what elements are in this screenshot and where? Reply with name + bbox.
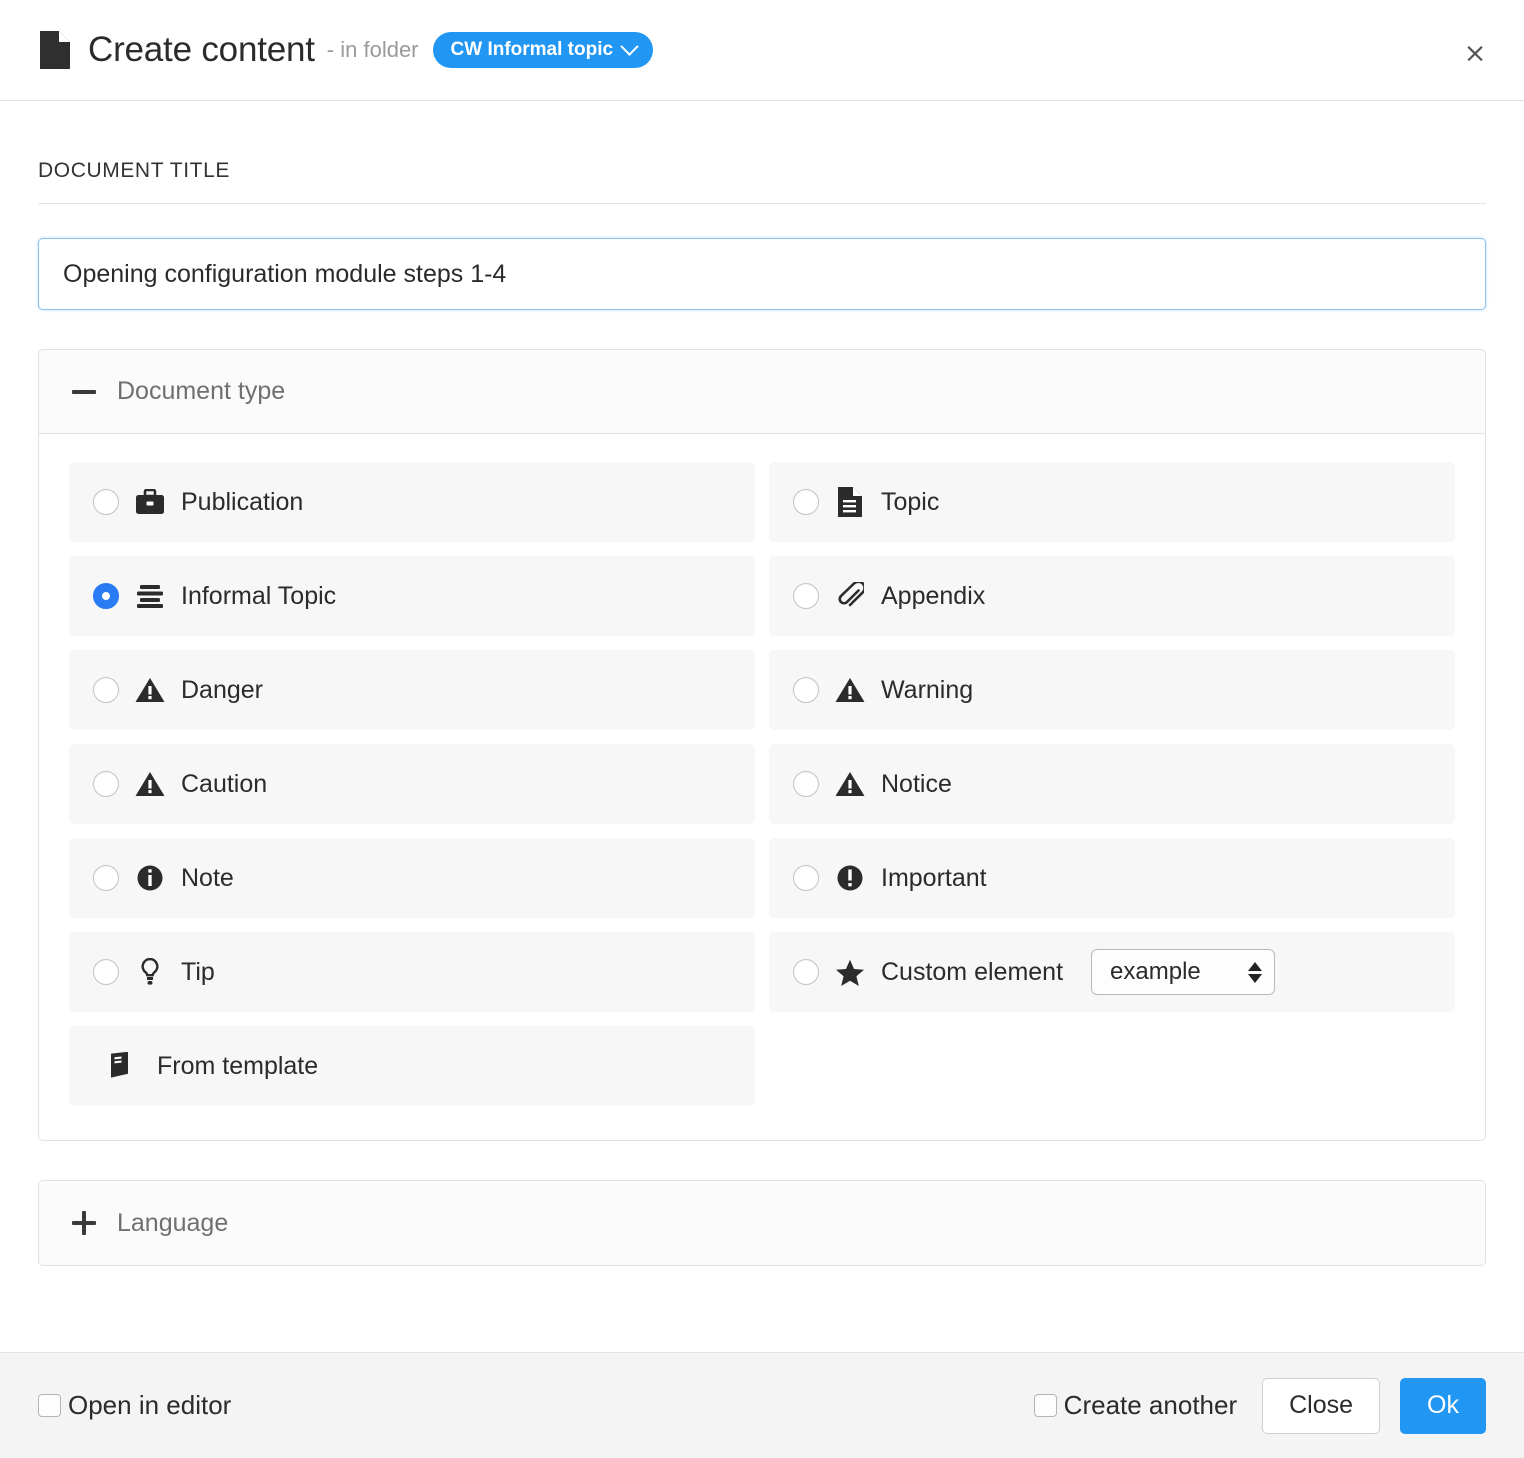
custom-element-select[interactable]: example xyxy=(1091,949,1275,995)
checkbox-box[interactable] xyxy=(1034,1394,1057,1417)
create-another-checkbox[interactable]: Create another xyxy=(1034,1390,1237,1421)
custom-element-select-value: example xyxy=(1110,958,1201,986)
type-option-informal-topic[interactable]: Informal Topic xyxy=(69,556,755,636)
type-option-appendix[interactable]: Appendix xyxy=(769,556,1455,636)
folder-badge[interactable]: CW Informal topic xyxy=(433,32,654,68)
radio-caution[interactable] xyxy=(93,771,119,797)
radio-publication[interactable] xyxy=(93,489,119,515)
type-option-caution[interactable]: Caution xyxy=(69,744,755,824)
briefcase-icon xyxy=(135,487,165,517)
radio-topic[interactable] xyxy=(793,489,819,515)
type-option-tip[interactable]: Tip xyxy=(69,932,755,1012)
warning-triangle-icon xyxy=(835,675,865,705)
radio-informal-topic[interactable] xyxy=(93,583,119,609)
type-option-note[interactable]: Note xyxy=(69,838,755,918)
type-option-warning[interactable]: Warning xyxy=(769,650,1455,730)
type-option-publication[interactable]: Publication xyxy=(69,462,755,542)
minus-icon xyxy=(69,377,99,407)
type-option-topic[interactable]: Topic xyxy=(769,462,1455,542)
open-in-editor-label: Open in editor xyxy=(68,1390,231,1421)
plus-icon xyxy=(69,1208,99,1238)
header-subtitle: - in folder xyxy=(327,37,419,63)
document-title-input[interactable] xyxy=(38,238,1486,310)
document-title-label: DOCUMENT TITLE xyxy=(38,101,1486,203)
document-type-panel-title: Document type xyxy=(117,377,285,406)
radio-note[interactable] xyxy=(93,865,119,891)
checkbox-box[interactable] xyxy=(38,1394,61,1417)
radio-appendix[interactable] xyxy=(793,583,819,609)
warning-triangle-icon xyxy=(135,675,165,705)
document-lines-icon xyxy=(835,487,865,517)
type-label: Informal Topic xyxy=(181,582,336,611)
radio-danger[interactable] xyxy=(93,677,119,703)
page-title: Create content xyxy=(88,30,315,70)
folder-badge-label: CW Informal topic xyxy=(451,40,614,59)
radio-custom-element[interactable] xyxy=(793,959,819,985)
radio-tip[interactable] xyxy=(93,959,119,985)
warning-triangle-icon xyxy=(135,769,165,799)
paragraph-lines-icon xyxy=(135,581,165,611)
document-type-panel: Document type Publication xyxy=(38,349,1486,1141)
ok-button[interactable]: Ok xyxy=(1400,1378,1486,1434)
radio-notice[interactable] xyxy=(793,771,819,797)
type-option-notice[interactable]: Notice xyxy=(769,744,1455,824)
dialog-footer: Open in editor Create another Close Ok xyxy=(0,1352,1524,1458)
type-option-from-template[interactable]: From template xyxy=(69,1026,755,1106)
open-in-editor-checkbox[interactable]: Open in editor xyxy=(38,1390,231,1421)
document-type-grid: Publication Topic xyxy=(69,462,1455,1106)
type-label: Important xyxy=(881,864,987,893)
create-another-label: Create another xyxy=(1064,1390,1237,1421)
language-panel: Language xyxy=(38,1180,1486,1266)
type-label: Caution xyxy=(181,770,267,799)
paperclip-icon xyxy=(835,581,865,611)
exclamation-circle-icon xyxy=(835,863,865,893)
close-icon[interactable]: × xyxy=(1460,38,1490,68)
dialog-header: Create content - in folder CW Informal t… xyxy=(0,0,1524,101)
footer-actions: Create another Close Ok xyxy=(1034,1378,1486,1434)
type-label: Notice xyxy=(881,770,952,799)
type-label: Warning xyxy=(881,676,973,705)
chevron-down-icon xyxy=(620,37,638,55)
close-button[interactable]: Close xyxy=(1262,1378,1380,1434)
language-panel-title: Language xyxy=(117,1209,228,1238)
type-label: Topic xyxy=(881,488,939,517)
type-label: Danger xyxy=(181,676,263,705)
type-label: Custom element xyxy=(881,958,1063,987)
document-type-panel-header[interactable]: Document type xyxy=(39,350,1485,434)
info-circle-icon xyxy=(135,863,165,893)
divider xyxy=(38,203,1486,204)
radio-warning[interactable] xyxy=(793,677,819,703)
star-icon xyxy=(835,957,865,987)
type-label: Appendix xyxy=(881,582,985,611)
document-type-panel-body: Publication Topic xyxy=(39,434,1485,1140)
type-label: From template xyxy=(157,1052,318,1081)
type-label: Publication xyxy=(181,488,303,517)
dialog-body: DOCUMENT TITLE // value attribute bindin… xyxy=(0,101,1524,1352)
lightbulb-icon xyxy=(135,957,165,987)
type-label: Tip xyxy=(181,958,215,987)
type-label: Note xyxy=(181,864,234,893)
document-icon xyxy=(40,31,70,69)
type-option-important[interactable]: Important xyxy=(769,838,1455,918)
warning-triangle-icon xyxy=(835,769,865,799)
type-option-custom-element[interactable]: Custom element example xyxy=(769,932,1455,1012)
select-arrows-icon xyxy=(1248,962,1262,983)
radio-important[interactable] xyxy=(793,865,819,891)
book-icon xyxy=(105,1051,135,1081)
type-option-danger[interactable]: Danger xyxy=(69,650,755,730)
language-panel-header[interactable]: Language xyxy=(39,1181,1485,1265)
